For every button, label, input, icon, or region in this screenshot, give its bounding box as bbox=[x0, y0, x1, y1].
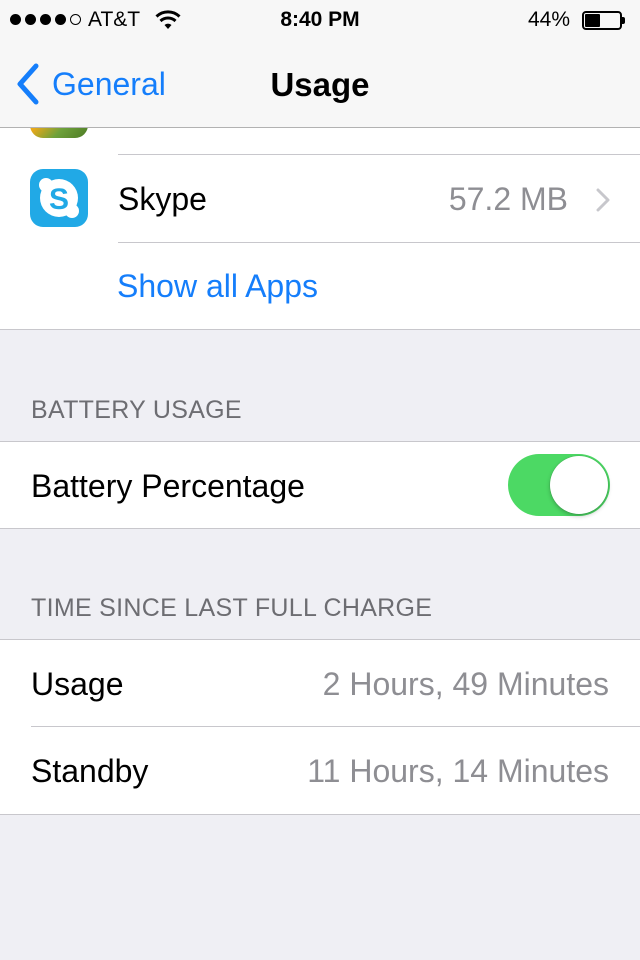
usage-value: 2 Hours, 49 Minutes bbox=[322, 666, 609, 702]
battery-percentage-label: Battery Percentage bbox=[31, 468, 305, 504]
list-item-skype[interactable]: S Skype 57.2 MB bbox=[0, 155, 640, 243]
battery-percentage-toggle[interactable] bbox=[508, 454, 610, 516]
standby-label: Standby bbox=[31, 753, 149, 789]
svg-text:S: S bbox=[49, 183, 69, 216]
standby-value: 11 Hours, 14 Minutes bbox=[307, 753, 609, 789]
show-all-apps-link[interactable]: Show all Apps bbox=[117, 268, 318, 305]
app-size: 57.2 MB bbox=[448, 181, 568, 217]
navigation-bar: General Usage bbox=[0, 40, 640, 128]
chevron-right-icon bbox=[596, 188, 610, 212]
time-since-charge-header: TIME SINCE LAST FULL CHARGE bbox=[31, 594, 433, 622]
toggle-knob[interactable] bbox=[550, 456, 608, 514]
app-storage-list: S Skype 57.2 MB Show all Apps bbox=[0, 80, 640, 330]
battery-icon bbox=[582, 11, 626, 30]
row-divider bbox=[118, 242, 640, 243]
app-name: Skype bbox=[118, 181, 207, 217]
battery-usage-group: Battery Percentage bbox=[0, 441, 640, 529]
status-bar: AT&T 8:40 PM 44% bbox=[0, 0, 640, 40]
battery-usage-header: BATTERY USAGE bbox=[31, 396, 242, 424]
page-title: Usage bbox=[270, 66, 370, 103]
battery-percent-text: 44% bbox=[527, 8, 570, 31]
usage-row: Usage 2 Hours, 49 Minutes bbox=[0, 640, 640, 728]
standby-row: Standby 11 Hours, 14 Minutes bbox=[0, 727, 640, 815]
skype-icon: S bbox=[30, 169, 88, 227]
battery-fill bbox=[585, 14, 600, 27]
time-since-charge-group: Usage 2 Hours, 49 Minutes Standby 11 Hou… bbox=[0, 639, 640, 815]
usage-label: Usage bbox=[31, 666, 124, 702]
